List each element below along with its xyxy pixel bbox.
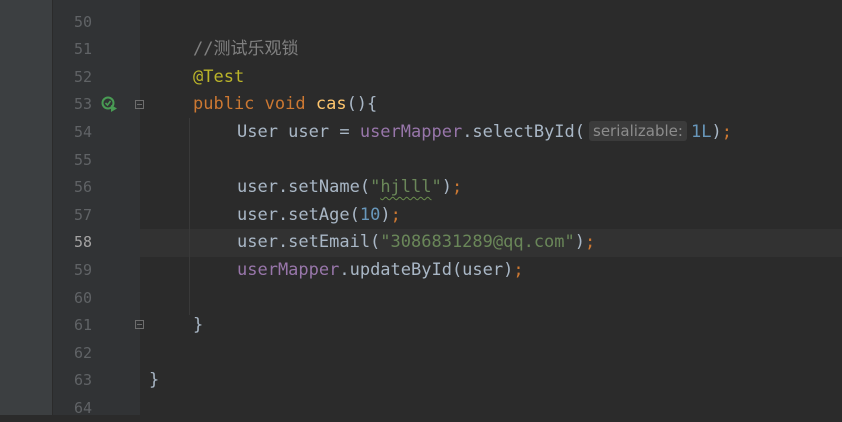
code-line[interactable]: 53 public void cas(){ [61, 91, 842, 119]
code-text[interactable]: public void cas(){ [193, 91, 377, 119]
code-line[interactable]: 62 [61, 340, 842, 368]
code-text[interactable]: user.setEmail("3086831289@qq.com"); [237, 229, 595, 257]
code-token: ; [585, 232, 596, 253]
code-token: userMapper [237, 259, 340, 280]
fold-marker-icon[interactable] [135, 100, 144, 109]
code-line[interactable]: 59 userMapper.updateById(user); [61, 257, 842, 285]
code-line[interactable]: 64 [61, 395, 842, 422]
code-token: ) [711, 121, 722, 142]
line-number[interactable]: 57 [61, 202, 92, 230]
code-token: cas [315, 94, 347, 115]
code-line[interactable]: 50 [61, 9, 842, 37]
left-tool-strip [0, 0, 52, 415]
code-token: @Test [193, 66, 245, 87]
code-line[interactable]: 52 @Test [61, 64, 842, 92]
fold-marker-icon[interactable] [135, 320, 144, 329]
code-text[interactable]: } [149, 367, 159, 395]
code-text[interactable]: } [193, 312, 203, 340]
line-number[interactable]: 54 [61, 119, 92, 147]
line-number[interactable]: 62 [61, 340, 92, 368]
code-text[interactable]: user.setAge(10); [237, 202, 401, 230]
code-line[interactable]: 63} [61, 367, 842, 395]
code-line[interactable]: 56 user.setName("hjlll"); [61, 174, 842, 202]
code-token: ; [513, 259, 524, 280]
code-token: user.setEmail( [237, 232, 381, 253]
code-token: //测试乐观锁 [193, 39, 299, 60]
code-line[interactable]: 60 [61, 285, 842, 313]
line-number[interactable]: 56 [61, 174, 92, 202]
line-number[interactable]: 60 [61, 285, 92, 313]
line-number[interactable]: 55 [61, 147, 92, 175]
line-number[interactable]: 63 [61, 367, 92, 395]
code-token: " [370, 177, 381, 198]
code-token: } [149, 370, 160, 391]
line-number[interactable]: 61 [61, 312, 92, 340]
code-token: (){ [346, 94, 378, 115]
code-text[interactable]: //测试乐观锁 [193, 36, 298, 64]
code-line[interactable]: 54 User user = userMapper.selectById(seri… [61, 119, 842, 147]
line-number[interactable]: 52 [61, 64, 92, 92]
code-text[interactable]: userMapper.updateById(user); [237, 257, 524, 285]
code-token: ; [390, 204, 401, 225]
code-line[interactable]: 57 user.setAge(10); [61, 202, 842, 230]
code-token: ) [574, 232, 586, 253]
code-token: 1L [690, 121, 712, 142]
code-token: user.setAge( [237, 204, 360, 225]
code-token: ) [441, 177, 452, 198]
code-token: } [193, 315, 204, 336]
code-line[interactable]: 58 user.setEmail("3086831289@qq.com"); [61, 229, 842, 257]
code-token: 10 [359, 204, 381, 225]
code-token: .selectById( [462, 121, 586, 142]
parameter-hint: serializable: [589, 120, 687, 141]
code-token: User user = [237, 121, 360, 142]
line-number[interactable]: 58 [61, 229, 92, 257]
code-token: ) [380, 204, 391, 225]
code-text[interactable]: User user = userMapper.selectById(serial… [237, 119, 732, 147]
code-text[interactable]: user.setName("hjlll"); [237, 174, 462, 202]
code-token: " [431, 177, 442, 198]
code-token: userMapper [359, 121, 463, 142]
line-number[interactable]: 64 [61, 395, 92, 422]
code-token: hjlll [380, 177, 432, 198]
panel-divider[interactable] [52, 0, 61, 415]
code-line[interactable]: 51 //测试乐观锁 [61, 36, 842, 64]
indent-guide [189, 118, 190, 315]
code-text[interactable]: @Test [193, 64, 244, 92]
code-token: ; [452, 177, 463, 198]
code-token: void [264, 94, 316, 115]
code-token: public [193, 94, 265, 115]
code-line[interactable]: 55 [61, 147, 842, 175]
code-line[interactable]: 61} [61, 312, 842, 340]
line-number[interactable]: 59 [61, 257, 92, 285]
line-number[interactable]: 51 [61, 36, 92, 64]
code-token: user.setName( [237, 177, 371, 198]
line-number[interactable]: 50 [61, 9, 92, 37]
code-token: ; [721, 121, 732, 142]
code-token: .updateById(user) [339, 259, 514, 280]
code-token: "3086831289@qq.com" [380, 232, 575, 253]
run-test-icon[interactable] [101, 96, 117, 112]
line-number[interactable]: 53 [61, 91, 92, 119]
